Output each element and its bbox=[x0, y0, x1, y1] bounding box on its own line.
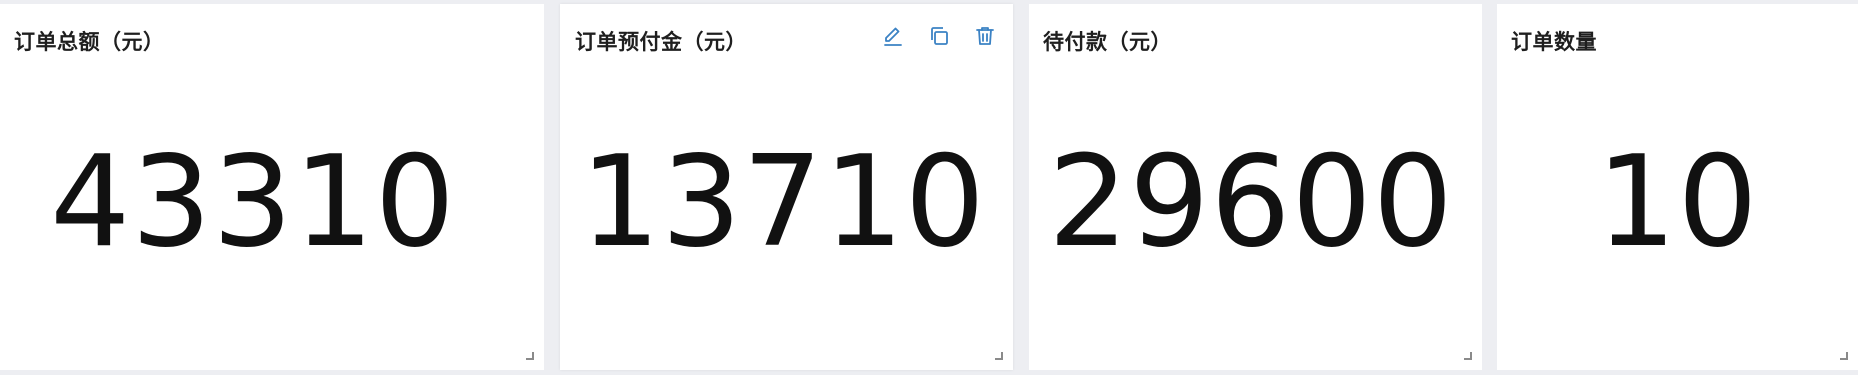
resize-handle-icon[interactable] bbox=[995, 352, 1003, 360]
card-value: 29600 bbox=[1048, 128, 1454, 275]
stat-card-order-total[interactable]: 订单总额（元） 43310 bbox=[0, 4, 544, 370]
stat-card-order-count[interactable]: 订单数量 10 bbox=[1497, 4, 1858, 370]
resize-handle-icon[interactable] bbox=[526, 352, 534, 360]
card-value: 13710 bbox=[580, 128, 986, 275]
card-title: 订单总额（元） bbox=[14, 30, 165, 54]
card-title: 订单预付金（元） bbox=[575, 30, 747, 54]
card-value: 10 bbox=[1596, 128, 1759, 275]
card-value: 43310 bbox=[50, 128, 456, 275]
resize-handle-icon[interactable] bbox=[1840, 352, 1848, 360]
delete-icon[interactable] bbox=[973, 24, 997, 48]
copy-icon[interactable] bbox=[927, 24, 951, 48]
card-toolbar bbox=[881, 24, 997, 48]
resize-handle-icon[interactable] bbox=[1464, 352, 1472, 360]
card-title: 待付款（元） bbox=[1043, 30, 1172, 54]
stat-card-order-deposit[interactable]: 订单预付金（元） 13710 bbox=[560, 4, 1013, 370]
dashboard: 订单总额（元） 43310 订单预付金（元） 13710 待付款（元） 2960… bbox=[0, 0, 1858, 375]
card-title: 订单数量 bbox=[1511, 30, 1597, 54]
stat-card-pending-payment[interactable]: 待付款（元） 29600 bbox=[1029, 4, 1482, 370]
edit-icon[interactable] bbox=[881, 24, 905, 48]
